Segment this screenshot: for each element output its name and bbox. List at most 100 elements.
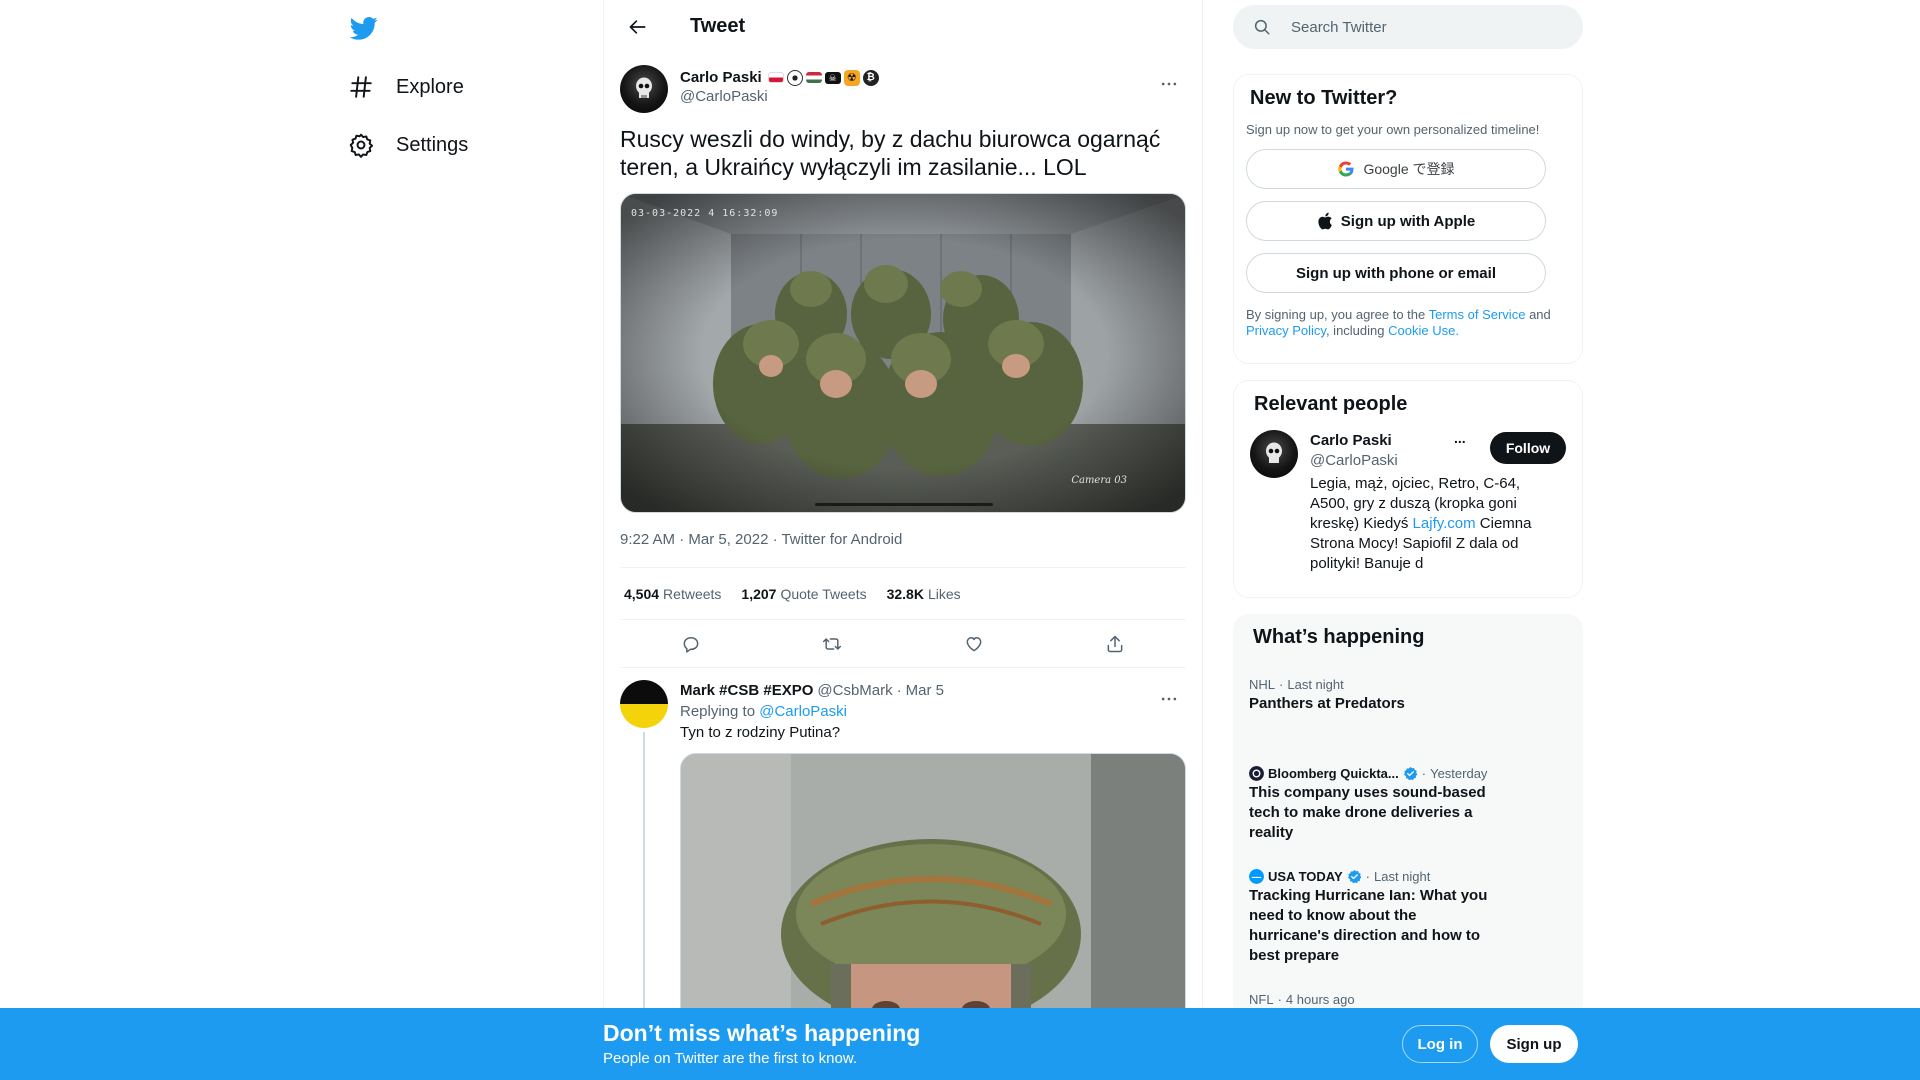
retweet-icon: [823, 637, 842, 650]
apple-signup-button[interactable]: Sign up with Apple: [1246, 201, 1546, 241]
author-name[interactable]: Carlo Paski: [680, 69, 762, 86]
privacy-link[interactable]: Privacy Policy: [1246, 323, 1326, 338]
legal-text: By signing up, you agree to the Terms of…: [1246, 307, 1566, 339]
retweets-label: Retweets: [663, 585, 722, 602]
person-name[interactable]: Carlo Paski: [1310, 432, 1392, 449]
media-timestamp: 03-03-2022 4 16:32:09: [631, 208, 779, 219]
separator: ·: [1279, 677, 1284, 692]
more-options-button[interactable]: [1152, 67, 1186, 101]
legal-including: , including: [1325, 323, 1385, 338]
reply-author-name[interactable]: Mark #CSB #EXPO: [680, 682, 813, 699]
reply-icon: [683, 636, 699, 653]
apple-icon: [1318, 212, 1332, 230]
more-icon: [1161, 697, 1177, 701]
poland-flag-icon: [767, 72, 784, 83]
trend-time: 4 hours ago: [1285, 992, 1355, 1007]
apple-signup-label: Sign up with Apple: [1340, 212, 1476, 230]
trend-source: Bloomberg Quickta...: [1268, 766, 1399, 781]
like-button[interactable]: [957, 627, 991, 661]
reply-button[interactable]: [674, 627, 708, 661]
banner-title: Don’t miss what’s happening: [603, 1020, 921, 1046]
skull-icon: [1266, 442, 1282, 463]
share-icon: [1107, 635, 1123, 652]
tweet-meta[interactable]: 9:22 AM · Mar 5, 2022 · Twitter for Andr…: [620, 531, 1186, 567]
trend-source: USA TODAY: [1268, 869, 1343, 884]
login-button[interactable]: Log in: [1402, 1025, 1478, 1063]
replying-prefix: Replying to: [680, 703, 756, 720]
trend-item[interactable]: Bloomberg Quickta... · Yesterday This co…: [1249, 766, 1567, 843]
person-row[interactable]: Carlo Paski @CarloPaski ... Follow Legia…: [1250, 430, 1566, 580]
google-icon: [1338, 161, 1354, 177]
hungary-flag-icon: [805, 72, 822, 83]
nav-explore[interactable]: Explore: [348, 62, 464, 112]
back-arrow-icon: [629, 19, 646, 34]
card-title: What’s happening: [1253, 626, 1425, 648]
page-title: Tweet: [690, 15, 746, 37]
quotes-stat[interactable]: 1,207 Quote Tweets: [741, 586, 866, 602]
avatar[interactable]: [620, 65, 668, 113]
trend-item[interactable]: NFL · 4 hours ago: [1249, 992, 1567, 1007]
signup-banner: Don’t miss what’s happening People on Tw…: [0, 1008, 1920, 1080]
verified-icon: [1403, 766, 1418, 781]
nav-settings[interactable]: Settings: [348, 120, 468, 170]
tweet-stats: 4,504 Retweets 1,207 Quote Tweets 32.8K Lik…: [620, 567, 1186, 620]
more-icon: [1161, 82, 1177, 86]
separator: ·: [896, 682, 902, 699]
soccer-ball-icon: [786, 69, 803, 86]
reply-author-handle[interactable]: @CsbMark: [817, 682, 892, 699]
person-name-emojis: ...: [1454, 430, 1466, 446]
legal-and: and: [1529, 307, 1551, 322]
separator: ·: [1277, 992, 1282, 1007]
trend-time: Last night: [1287, 677, 1344, 692]
like-icon: [966, 636, 982, 651]
trend-source: NFL: [1249, 992, 1274, 1007]
replying-to-link[interactable]: @CarloPaski: [759, 703, 847, 720]
nav-settings-label: Settings: [396, 133, 469, 156]
share-button[interactable]: [1098, 627, 1132, 661]
more-options-button[interactable]: [1152, 682, 1186, 716]
radioactive-icon: ☢: [843, 69, 860, 86]
bio-link[interactable]: Lajfy.com: [1413, 515, 1476, 532]
search-bar[interactable]: [1233, 5, 1583, 49]
back-button[interactable]: [620, 9, 656, 45]
search-input[interactable]: [1291, 18, 1551, 36]
retweets-stat[interactable]: 4,504 Retweets: [624, 586, 721, 602]
legal-prefix: By signing up, you agree to the: [1246, 307, 1426, 322]
relevant-people-card: Relevant people Carlo Paski @CarloPaski …: [1233, 380, 1583, 598]
likes-label: Likes: [927, 585, 961, 602]
trend-item[interactable]: NHL · Last night Panthers at Predators: [1249, 677, 1567, 714]
whats-happening-card: What’s happening NHL · Last night Panthe…: [1233, 614, 1583, 1054]
banner-subtitle: People on Twitter are the first to know.: [603, 1050, 858, 1067]
person-handle[interactable]: @CarloPaski: [1310, 452, 1398, 469]
tweet-header: Carlo Paski ☠ ☢ ₿ @CarloPaski: [620, 53, 1186, 113]
search-icon: [1254, 19, 1270, 35]
card-title: Relevant people: [1254, 393, 1408, 415]
likes-count: 32.8K: [886, 585, 924, 602]
terms-link[interactable]: Terms of Service: [1429, 307, 1526, 322]
new-to-twitter-card: New to Twitter? Sign up now to get your …: [1233, 74, 1583, 364]
quotes-count: 1,207: [741, 585, 777, 602]
follow-button[interactable]: Follow: [1490, 432, 1566, 464]
name-emojis: ☠ ☢ ₿: [767, 69, 879, 86]
signup-button[interactable]: Sign up: [1490, 1025, 1578, 1063]
twitter-logo-icon[interactable]: [350, 14, 378, 42]
avatar[interactable]: [620, 680, 668, 728]
reply-date[interactable]: Mar 5: [906, 682, 944, 699]
usa-today-logo-icon: [1249, 869, 1264, 884]
avatar[interactable]: [1250, 430, 1298, 478]
google-signup-label: Google で登録: [1363, 161, 1455, 177]
likes-stat[interactable]: 32.8K Likes: [887, 586, 961, 602]
retweets-count: 4,504: [624, 585, 660, 602]
reply-text: Tyn to z rodziny Putina?: [680, 724, 841, 741]
tweet-media[interactable]: 03-03-2022 4 16:32:09 Camera 03: [620, 193, 1186, 513]
google-signup-button[interactable]: Google で登録: [1246, 149, 1546, 189]
card-subtitle: Sign up now to get your own personalized…: [1246, 122, 1540, 137]
right-sidebar: New to Twitter? Sign up now to get your …: [1233, 0, 1583, 1054]
retweet-button[interactable]: [815, 627, 849, 661]
author-handle[interactable]: @CarloPaski: [680, 88, 879, 105]
pirate-flag-icon: ☠: [824, 71, 841, 84]
verified-icon: [1347, 869, 1362, 884]
cookie-link[interactable]: Cookie Use.: [1388, 323, 1459, 338]
trend-item[interactable]: USA TODAY · Last night Tracking Hurrican…: [1249, 869, 1567, 966]
phone-email-signup-button[interactable]: Sign up with phone or email: [1246, 253, 1546, 293]
